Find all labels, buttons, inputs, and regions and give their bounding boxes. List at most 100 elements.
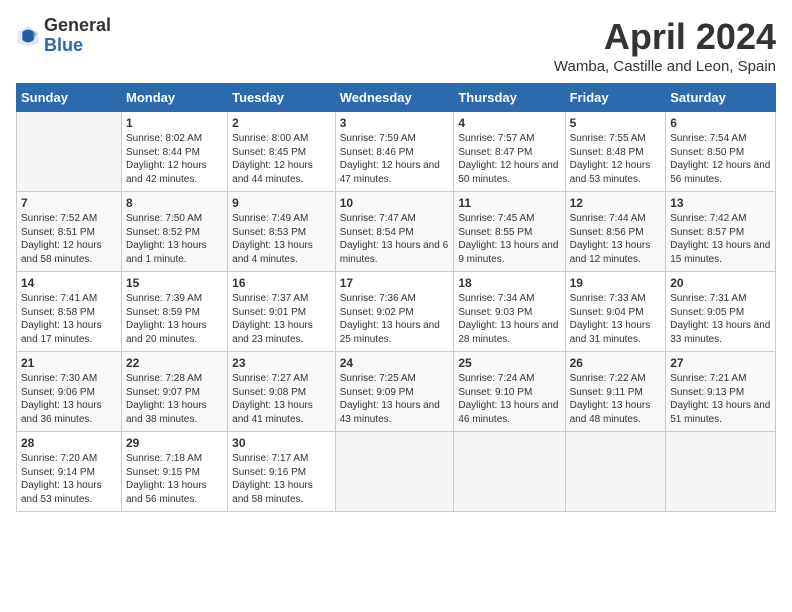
calendar-cell: 4 Sunrise: 7:57 AMSunset: 8:47 PMDayligh… bbox=[454, 112, 565, 192]
calendar-cell: 11 Sunrise: 7:45 AMSunset: 8:55 PMDaylig… bbox=[454, 192, 565, 272]
day-number: 18 bbox=[458, 276, 560, 290]
day-number: 15 bbox=[126, 276, 223, 290]
day-info: Sunrise: 7:37 AMSunset: 9:01 PMDaylight:… bbox=[232, 292, 331, 346]
calendar-cell: 22 Sunrise: 7:28 AMSunset: 9:07 PMDaylig… bbox=[121, 352, 227, 432]
calendar-cell: 9 Sunrise: 7:49 AMSunset: 8:53 PMDayligh… bbox=[228, 192, 336, 272]
calendar-cell: 23 Sunrise: 7:27 AMSunset: 9:08 PMDaylig… bbox=[228, 352, 336, 432]
day-number: 11 bbox=[458, 196, 560, 210]
day-number: 23 bbox=[232, 356, 331, 370]
calendar-cell: 14 Sunrise: 7:41 AMSunset: 8:58 PMDaylig… bbox=[17, 272, 122, 352]
day-number: 30 bbox=[232, 436, 331, 450]
header-tuesday: Tuesday bbox=[228, 84, 336, 112]
calendar-cell: 15 Sunrise: 7:39 AMSunset: 8:59 PMDaylig… bbox=[121, 272, 227, 352]
day-number: 21 bbox=[21, 356, 117, 370]
header-friday: Friday bbox=[565, 84, 666, 112]
day-number: 12 bbox=[570, 196, 662, 210]
calendar-cell: 27 Sunrise: 7:21 AMSunset: 9:13 PMDaylig… bbox=[666, 352, 776, 432]
calendar-cell: 8 Sunrise: 7:50 AMSunset: 8:52 PMDayligh… bbox=[121, 192, 227, 272]
day-info: Sunrise: 7:45 AMSunset: 8:55 PMDaylight:… bbox=[458, 212, 560, 266]
month-title: April 2024 bbox=[554, 16, 776, 58]
calendar-table: SundayMondayTuesdayWednesdayThursdayFrid… bbox=[16, 83, 776, 512]
header-wednesday: Wednesday bbox=[335, 84, 454, 112]
calendar-cell: 16 Sunrise: 7:37 AMSunset: 9:01 PMDaylig… bbox=[228, 272, 336, 352]
calendar-header-row: SundayMondayTuesdayWednesdayThursdayFrid… bbox=[17, 84, 776, 112]
day-info: Sunrise: 7:17 AMSunset: 9:16 PMDaylight:… bbox=[232, 452, 331, 506]
day-info: Sunrise: 7:44 AMSunset: 8:56 PMDaylight:… bbox=[570, 212, 662, 266]
day-number: 26 bbox=[570, 356, 662, 370]
day-info: Sunrise: 7:57 AMSunset: 8:47 PMDaylight:… bbox=[458, 132, 560, 186]
day-number: 20 bbox=[670, 276, 771, 290]
calendar-week-row: 28 Sunrise: 7:20 AMSunset: 9:14 PMDaylig… bbox=[17, 432, 776, 512]
calendar-week-row: 7 Sunrise: 7:52 AMSunset: 8:51 PMDayligh… bbox=[17, 192, 776, 272]
day-info: Sunrise: 7:50 AMSunset: 8:52 PMDaylight:… bbox=[126, 212, 223, 266]
calendar-cell: 26 Sunrise: 7:22 AMSunset: 9:11 PMDaylig… bbox=[565, 352, 666, 432]
day-info: Sunrise: 7:27 AMSunset: 9:08 PMDaylight:… bbox=[232, 372, 331, 426]
day-number: 17 bbox=[340, 276, 450, 290]
calendar-cell bbox=[565, 432, 666, 512]
day-number: 2 bbox=[232, 116, 331, 130]
calendar-cell: 20 Sunrise: 7:31 AMSunset: 9:05 PMDaylig… bbox=[666, 272, 776, 352]
day-info: Sunrise: 7:49 AMSunset: 8:53 PMDaylight:… bbox=[232, 212, 331, 266]
day-number: 25 bbox=[458, 356, 560, 370]
header-thursday: Thursday bbox=[454, 84, 565, 112]
day-info: Sunrise: 7:31 AMSunset: 9:05 PMDaylight:… bbox=[670, 292, 771, 346]
day-number: 24 bbox=[340, 356, 450, 370]
title-area: April 2024 Wamba, Castille and Leon, Spa… bbox=[554, 16, 776, 75]
header-sunday: Sunday bbox=[17, 84, 122, 112]
calendar-cell bbox=[454, 432, 565, 512]
calendar-cell bbox=[666, 432, 776, 512]
day-number: 4 bbox=[458, 116, 560, 130]
day-info: Sunrise: 7:33 AMSunset: 9:04 PMDaylight:… bbox=[570, 292, 662, 346]
calendar-cell: 6 Sunrise: 7:54 AMSunset: 8:50 PMDayligh… bbox=[666, 112, 776, 192]
day-number: 19 bbox=[570, 276, 662, 290]
day-info: Sunrise: 7:42 AMSunset: 8:57 PMDaylight:… bbox=[670, 212, 771, 266]
header-saturday: Saturday bbox=[666, 84, 776, 112]
logo-text: General Blue bbox=[44, 16, 111, 56]
day-info: Sunrise: 7:39 AMSunset: 8:59 PMDaylight:… bbox=[126, 292, 223, 346]
day-info: Sunrise: 7:28 AMSunset: 9:07 PMDaylight:… bbox=[126, 372, 223, 426]
calendar-week-row: 14 Sunrise: 7:41 AMSunset: 8:58 PMDaylig… bbox=[17, 272, 776, 352]
day-info: Sunrise: 7:59 AMSunset: 8:46 PMDaylight:… bbox=[340, 132, 450, 186]
header-monday: Monday bbox=[121, 84, 227, 112]
day-number: 14 bbox=[21, 276, 117, 290]
day-number: 5 bbox=[570, 116, 662, 130]
calendar-cell: 28 Sunrise: 7:20 AMSunset: 9:14 PMDaylig… bbox=[17, 432, 122, 512]
day-number: 22 bbox=[126, 356, 223, 370]
day-info: Sunrise: 7:55 AMSunset: 8:48 PMDaylight:… bbox=[570, 132, 662, 186]
calendar-cell: 10 Sunrise: 7:47 AMSunset: 8:54 PMDaylig… bbox=[335, 192, 454, 272]
day-info: Sunrise: 8:00 AMSunset: 8:45 PMDaylight:… bbox=[232, 132, 331, 186]
day-info: Sunrise: 7:21 AMSunset: 9:13 PMDaylight:… bbox=[670, 372, 771, 426]
page-header: General Blue April 2024 Wamba, Castille … bbox=[16, 16, 776, 75]
calendar-cell: 19 Sunrise: 7:33 AMSunset: 9:04 PMDaylig… bbox=[565, 272, 666, 352]
day-info: Sunrise: 7:24 AMSunset: 9:10 PMDaylight:… bbox=[458, 372, 560, 426]
day-info: Sunrise: 7:41 AMSunset: 8:58 PMDaylight:… bbox=[21, 292, 117, 346]
calendar-cell bbox=[17, 112, 122, 192]
day-number: 9 bbox=[232, 196, 331, 210]
day-info: Sunrise: 7:25 AMSunset: 9:09 PMDaylight:… bbox=[340, 372, 450, 426]
day-info: Sunrise: 7:47 AMSunset: 8:54 PMDaylight:… bbox=[340, 212, 450, 266]
day-info: Sunrise: 7:30 AMSunset: 9:06 PMDaylight:… bbox=[21, 372, 117, 426]
calendar-cell: 1 Sunrise: 8:02 AMSunset: 8:44 PMDayligh… bbox=[121, 112, 227, 192]
day-info: Sunrise: 7:36 AMSunset: 9:02 PMDaylight:… bbox=[340, 292, 450, 346]
logo: General Blue bbox=[16, 16, 111, 56]
calendar-cell: 25 Sunrise: 7:24 AMSunset: 9:10 PMDaylig… bbox=[454, 352, 565, 432]
calendar-cell: 18 Sunrise: 7:34 AMSunset: 9:03 PMDaylig… bbox=[454, 272, 565, 352]
calendar-cell: 2 Sunrise: 8:00 AMSunset: 8:45 PMDayligh… bbox=[228, 112, 336, 192]
day-number: 27 bbox=[670, 356, 771, 370]
day-number: 7 bbox=[21, 196, 117, 210]
day-number: 3 bbox=[340, 116, 450, 130]
day-number: 8 bbox=[126, 196, 223, 210]
day-info: Sunrise: 7:52 AMSunset: 8:51 PMDaylight:… bbox=[21, 212, 117, 266]
day-info: Sunrise: 7:18 AMSunset: 9:15 PMDaylight:… bbox=[126, 452, 223, 506]
calendar-cell: 7 Sunrise: 7:52 AMSunset: 8:51 PMDayligh… bbox=[17, 192, 122, 272]
calendar-cell bbox=[335, 432, 454, 512]
day-info: Sunrise: 8:02 AMSunset: 8:44 PMDaylight:… bbox=[126, 132, 223, 186]
day-number: 29 bbox=[126, 436, 223, 450]
day-info: Sunrise: 7:22 AMSunset: 9:11 PMDaylight:… bbox=[570, 372, 662, 426]
calendar-cell: 17 Sunrise: 7:36 AMSunset: 9:02 PMDaylig… bbox=[335, 272, 454, 352]
calendar-cell: 13 Sunrise: 7:42 AMSunset: 8:57 PMDaylig… bbox=[666, 192, 776, 272]
logo-blue: Blue bbox=[44, 36, 111, 56]
calendar-cell: 3 Sunrise: 7:59 AMSunset: 8:46 PMDayligh… bbox=[335, 112, 454, 192]
logo-icon bbox=[16, 24, 40, 48]
day-info: Sunrise: 7:34 AMSunset: 9:03 PMDaylight:… bbox=[458, 292, 560, 346]
